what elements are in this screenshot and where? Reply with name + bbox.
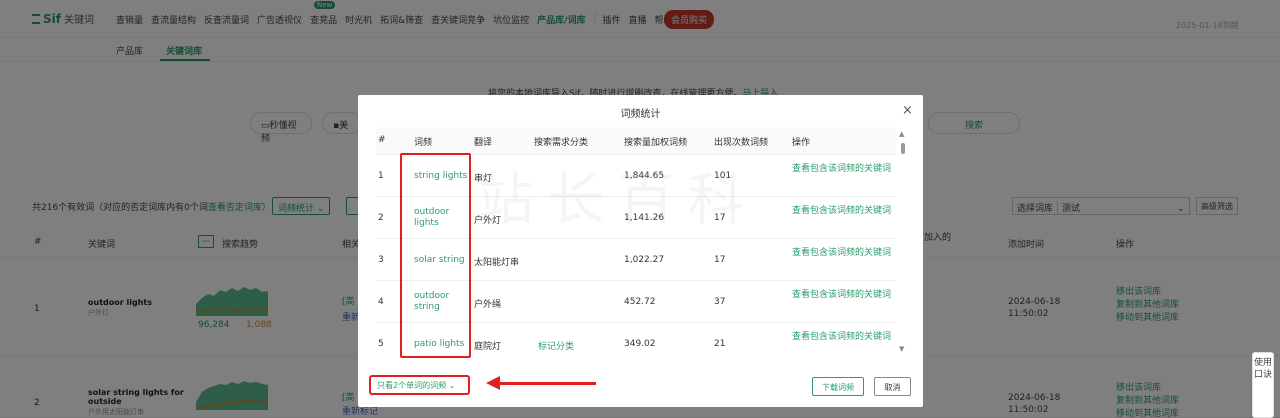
cancel-button[interactable]: 取消 xyxy=(874,377,911,396)
scroll-up-icon[interactable]: ▲ xyxy=(899,130,904,138)
view-keywords-link[interactable]: 查看包含该词频的关键词 xyxy=(792,331,900,344)
highlight-box-words xyxy=(400,153,471,358)
col-operation: 操作 xyxy=(792,138,811,148)
col-occurrences: 出现次数词频 xyxy=(714,138,769,148)
scroll-down-icon[interactable]: ▼ xyxy=(899,345,904,353)
scrollbar[interactable]: ▲ ▼ xyxy=(898,127,908,359)
view-keywords-link[interactable]: 查看包含该词频的关键词 xyxy=(792,289,900,302)
usage-tips-button[interactable]: 使用口诀 xyxy=(1252,352,1274,418)
watermark: 站长百科 xyxy=(478,168,758,233)
download-frequency-button[interactable]: 下载词频 xyxy=(812,377,864,396)
col-num: # xyxy=(378,135,386,145)
scrollbar-thumb[interactable] xyxy=(901,143,905,154)
category-link[interactable]: 标记分类 xyxy=(538,339,574,352)
view-keywords-link[interactable]: 查看包含该词频的关键词 xyxy=(792,163,900,176)
frequency-table-header: # 词频 翻译 搜索需求分类 搜索量加权词频 出现次数词频 操作 xyxy=(376,127,896,155)
view-keywords-link[interactable]: 查看包含该词频的关键词 xyxy=(792,205,900,218)
col-word: 词频 xyxy=(414,138,433,148)
col-translation: 翻译 xyxy=(474,138,493,148)
modal-title: 词频统计 xyxy=(620,109,661,120)
two-word-filter-select[interactable]: 只看2个单词的词频 ⌄ xyxy=(377,380,455,391)
col-weighted: 搜索量加权词频 xyxy=(624,138,688,148)
col-category: 搜索需求分类 xyxy=(534,138,589,148)
close-icon[interactable]: × xyxy=(902,103,913,118)
arrow-line xyxy=(496,382,596,385)
view-keywords-link[interactable]: 查看包含该词频的关键词 xyxy=(792,247,900,260)
